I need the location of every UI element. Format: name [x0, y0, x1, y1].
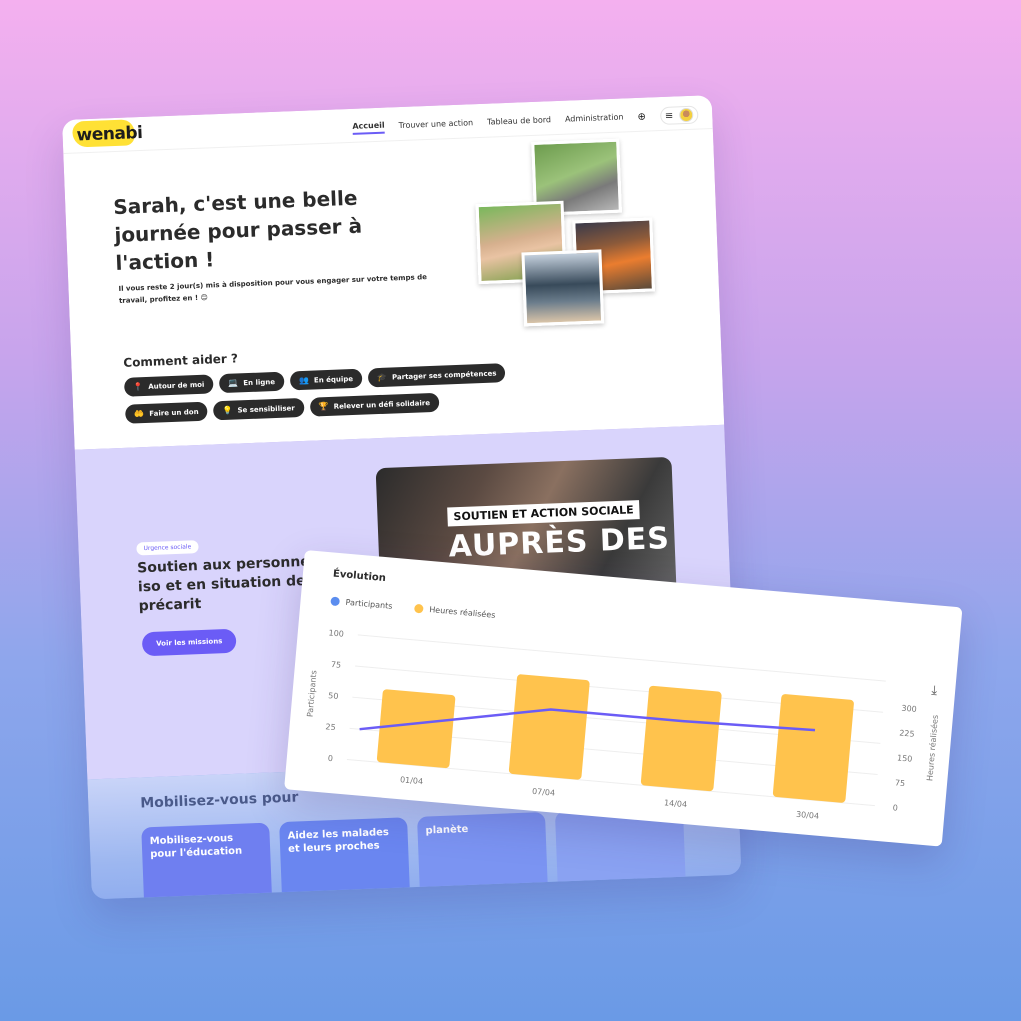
chip-defi-solidaire[interactable]: 🏆 Relever un défi solidaire [309, 392, 440, 417]
avatar [679, 107, 694, 123]
chip-label: Se sensibiliser [237, 403, 295, 414]
nav-link-tableau-de-bord[interactable]: Tableau de bord [487, 115, 551, 128]
nav-link-administration[interactable]: Administration [565, 112, 624, 125]
y-tick-right: 300 [901, 704, 917, 714]
y-axis-label-right: Heures réalisées [924, 714, 940, 781]
y-tick-right: 150 [897, 753, 913, 763]
bar-hours [640, 685, 722, 792]
chip-partager-competences[interactable]: 🎓 Partager ses compétences [367, 363, 506, 388]
globe-icon[interactable]: ⊕ [637, 111, 646, 122]
chip-faire-un-don[interactable]: 🤲 Faire un don [124, 401, 208, 424]
y-tick-left: 25 [325, 722, 336, 732]
chip-label: En équipe [313, 374, 354, 385]
chip-autour-de-moi[interactable]: 📍 Autour de moi [123, 374, 214, 397]
laptop-icon: 💻 [228, 378, 239, 388]
cause-card-planete[interactable]: planète [417, 811, 550, 900]
y-tick-left: 50 [328, 691, 339, 701]
chip-label: En ligne [243, 377, 276, 387]
chip-en-ligne[interactable]: 💻 En ligne [218, 371, 285, 394]
nav-link-trouver-action[interactable]: Trouver une action [398, 118, 473, 132]
hero-section: wenabi Accueil Trouver une action Tablea… [62, 95, 725, 450]
y-tick-right: 75 [895, 778, 906, 788]
chip-en-equipe[interactable]: 👥 En équipe [289, 368, 363, 391]
hamburger-icon: ≡ [664, 110, 674, 122]
help-chips: 📍 Autour de moi 💻 En ligne 👥 En équipe 🎓 Par… [123, 360, 585, 424]
location-pin-icon: 📍 [133, 382, 144, 392]
x-tick-label: 01/04 [400, 775, 424, 786]
x-tick-label: 07/04 [532, 787, 556, 798]
logo[interactable]: wenabi [76, 123, 143, 146]
bar-hours [772, 694, 854, 803]
nav-link-accueil[interactable]: Accueil [352, 120, 385, 135]
bar-hours [508, 674, 590, 780]
chip-label: Partager ses compétences [391, 369, 497, 382]
chip-label: Faire un don [149, 407, 199, 418]
lightbulb-icon: 💡 [222, 405, 233, 416]
y-tick-left: 100 [328, 628, 344, 638]
photo-volunteers-group [521, 249, 605, 327]
see-missions-button[interactable]: Voir les missions [141, 628, 237, 657]
donation-hand-icon: 🤲 [134, 409, 145, 419]
y-axis-label-left: Participants [305, 670, 318, 718]
chip-label: Autour de moi [148, 380, 205, 391]
nav-links: Accueil Trouver une action Tableau de bo… [352, 105, 699, 137]
hero-subtitle: Il vous reste 2 jour(s) mis à dispositio… [118, 273, 428, 305]
chip-label: Relever un défi solidaire [333, 398, 431, 411]
y-tick-left: 0 [327, 754, 333, 763]
x-tick-label: 14/04 [664, 798, 688, 809]
mobilize-title: Mobilisez-vous pour [139, 789, 299, 812]
x-tick-label: 30/04 [796, 810, 820, 821]
y-tick-left: 75 [331, 660, 342, 670]
y-tick-right: 0 [892, 803, 898, 812]
chip-se-sensibiliser[interactable]: 💡 Se sensibiliser [213, 397, 305, 421]
cause-badge: Urgence sociale [136, 540, 199, 556]
group-icon: 👥 [298, 375, 310, 386]
y-tick-right: 225 [899, 729, 915, 739]
help-title: Comment aider ? [123, 351, 239, 370]
trophy-icon: 🏆 [318, 401, 329, 412]
cause-card-education[interactable]: Mobilisez-vous pour l'éducation [141, 822, 274, 900]
photo-collage [473, 137, 680, 335]
video-headline: AUPRÈS DES [448, 520, 671, 565]
graduation-cap-icon: 🎓 [376, 372, 388, 383]
cause-card-malades[interactable]: Aidez les malades et leurs proches [279, 817, 412, 900]
cause-cards: Mobilisez-vous pour l'éducation Aidez le… [141, 806, 688, 900]
user-menu[interactable]: ≡ [659, 105, 699, 126]
gridline [357, 634, 886, 682]
bar-hours [376, 689, 456, 769]
hero-title: Sarah, c'est une belle journée pour pass… [112, 185, 363, 276]
